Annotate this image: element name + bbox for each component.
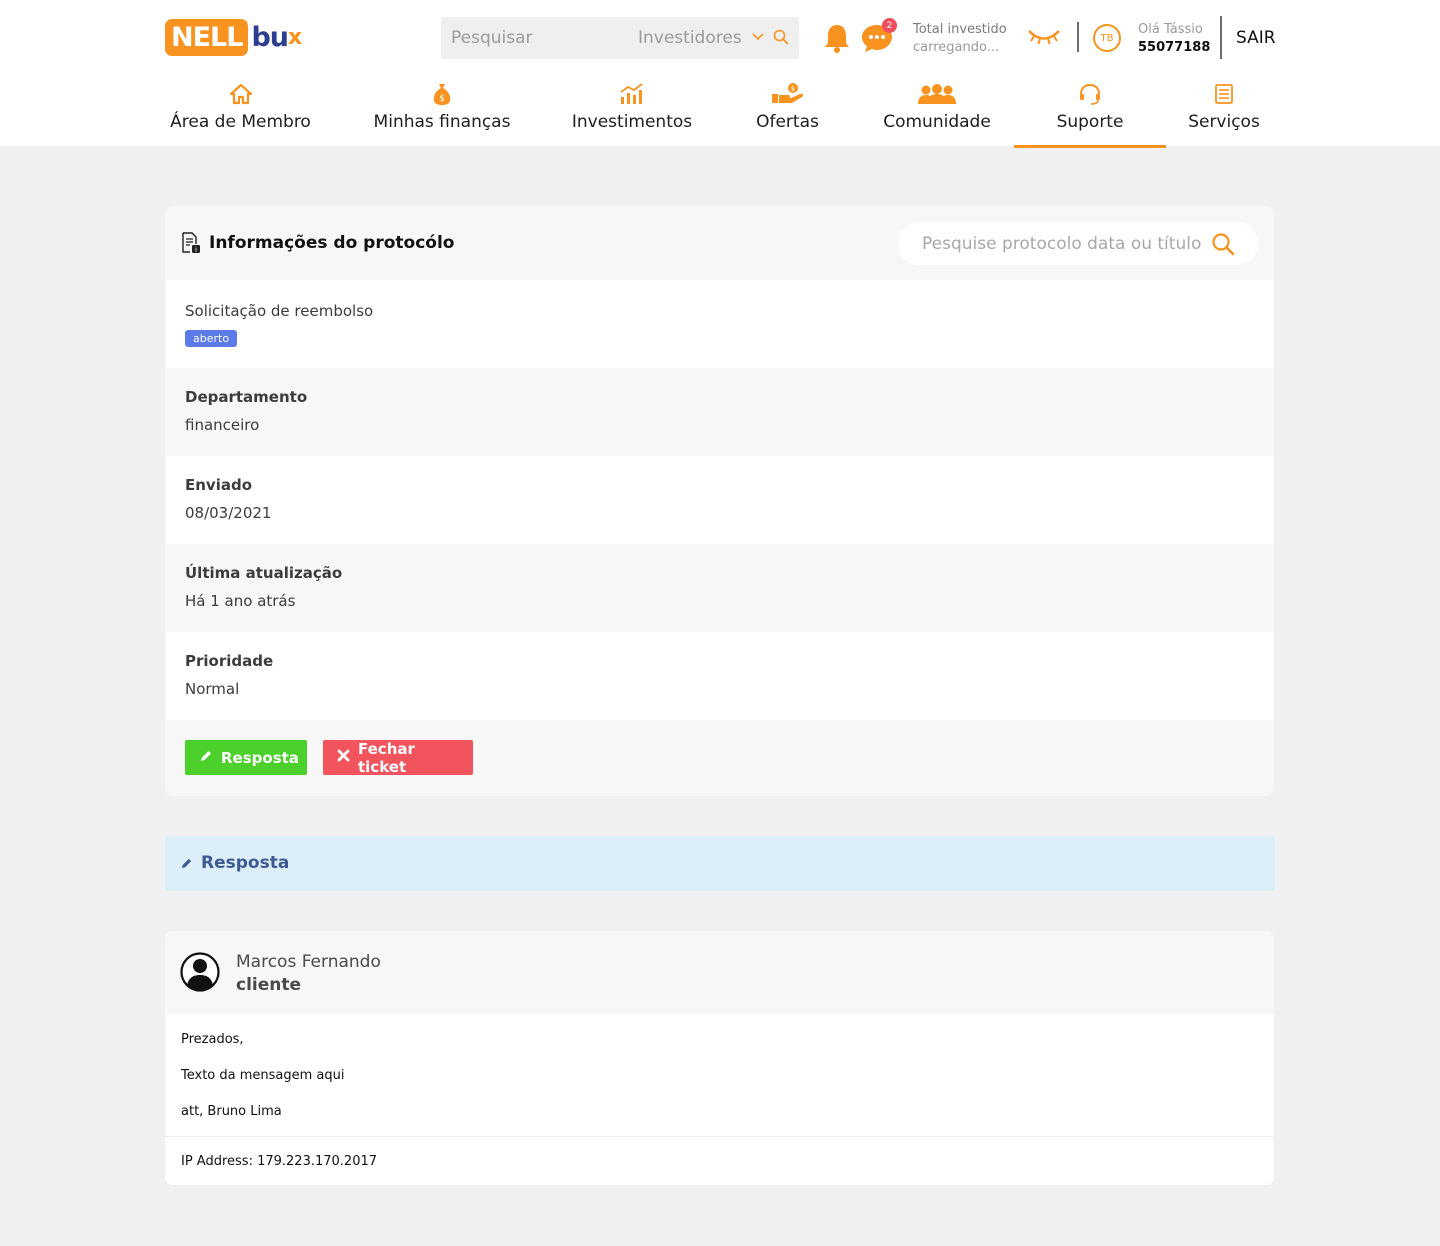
- close-ticket-button[interactable]: Fechar ticket: [323, 739, 473, 776]
- reply-button[interactable]: Resposta: [185, 740, 307, 775]
- svg-text:$: $: [790, 85, 794, 93]
- search-icon[interactable]: [773, 29, 789, 49]
- nav-ofertas[interactable]: $ Ofertas: [756, 80, 819, 146]
- nav-label: Investimentos: [571, 112, 693, 132]
- nav-label: Serviços: [1188, 112, 1260, 132]
- pencil-icon: [199, 749, 213, 767]
- total-invested-value: carregando...: [913, 40, 1000, 55]
- logo-part-3: x: [288, 25, 303, 50]
- nav-minhas-financas[interactable]: $ Minhas finanças: [373, 80, 511, 146]
- logo-part-2: bu: [251, 22, 289, 53]
- search-icon[interactable]: [1211, 232, 1235, 260]
- field-value: financeiro: [185, 416, 260, 434]
- logout-button[interactable]: SAIR: [1236, 28, 1276, 48]
- field-label: Enviado: [185, 476, 253, 494]
- chevron-down-icon[interactable]: [752, 30, 764, 44]
- global-search[interactable]: Pesquisar Investidores: [441, 17, 799, 59]
- protocol-card-header: i Informações do protocólo Pesquise prot…: [165, 206, 1274, 280]
- money-bag-icon: $: [432, 80, 452, 108]
- nav-servicos[interactable]: Serviços: [1188, 80, 1260, 146]
- nav-active-indicator: [1014, 145, 1166, 148]
- field-label: Última atualização: [185, 564, 343, 582]
- main-nav: Área de Membro $ Minhas finanças Investi…: [0, 80, 1440, 146]
- logo-part-1: NELL: [165, 19, 249, 56]
- message-divider: [165, 1136, 1274, 1137]
- search-category-select[interactable]: Investidores: [638, 28, 742, 48]
- nav-label: Comunidade: [883, 112, 991, 132]
- message-line: Texto da mensagem aqui: [181, 1068, 345, 1083]
- total-invested: Total investido carregando...: [913, 21, 1007, 57]
- reply-section-title: Resposta: [201, 853, 290, 873]
- header-divider: [1077, 22, 1079, 52]
- nav-label: Ofertas: [756, 112, 819, 132]
- close-ticket-label: Fechar ticket: [358, 739, 415, 776]
- document-icon: [1213, 80, 1235, 108]
- reply-button-label: Resposta: [221, 748, 299, 767]
- global-search-input[interactable]: Pesquisar: [451, 28, 533, 48]
- svg-text:$: $: [439, 94, 445, 104]
- chart-icon: [619, 80, 645, 108]
- nav-investimentos[interactable]: Investimentos: [571, 80, 693, 146]
- message-line: Prezados,: [181, 1032, 244, 1047]
- reply-section-header: Resposta: [165, 836, 1275, 891]
- protocol-search-input[interactable]: Pesquise protocolo data ou título: [922, 234, 1201, 254]
- greeting-text: Olá Tássio: [1138, 22, 1203, 37]
- people-icon: [917, 80, 957, 108]
- field-value: Há 1 ano atrás: [185, 592, 296, 610]
- header-divider: [1220, 16, 1222, 59]
- field-value: Normal: [185, 680, 240, 698]
- nav-label: Área de Membro: [170, 112, 311, 132]
- home-icon: [229, 80, 253, 108]
- nav-area-membro[interactable]: Área de Membro: [170, 80, 311, 146]
- field-row-sent: Enviado 08/03/2021: [165, 456, 1274, 544]
- field-row-department: Departamento financeiro: [165, 368, 1274, 456]
- message-author-header: Marcos Fernando cliente: [165, 931, 1274, 1014]
- account-number: 55077188: [1138, 40, 1211, 55]
- pencil-icon: [180, 855, 193, 874]
- protocol-search[interactable]: Pesquise protocolo data ou título: [898, 222, 1258, 265]
- svg-text:i: i: [195, 246, 197, 254]
- message-author-role: cliente: [236, 975, 302, 995]
- protocol-subject-row: Solicitação de reembolso aberto: [165, 280, 1274, 368]
- headset-icon: [1078, 80, 1102, 108]
- status-badge: aberto: [185, 330, 238, 347]
- hand-coin-icon: $: [771, 80, 805, 108]
- total-invested-label: Total investido: [913, 22, 1007, 37]
- user-greeting: Olá Tássio 55077188: [1138, 21, 1210, 57]
- field-row-priority: Prioridade Normal: [165, 632, 1274, 720]
- field-row-last-update: Última atualização Há 1 ano atrás: [165, 544, 1274, 632]
- user-avatar-icon: [180, 951, 220, 997]
- eye-closed-icon[interactable]: [1026, 26, 1062, 52]
- nav-label: Suporte: [1056, 112, 1124, 132]
- message-line: att, Bruno Lima: [181, 1104, 282, 1119]
- brand-logo[interactable]: NELL bu x: [165, 19, 305, 56]
- nav-label: Minhas finanças: [373, 112, 511, 132]
- field-label: Prioridade: [185, 652, 274, 670]
- protocol-title: Informações do protocólo: [209, 233, 455, 253]
- message-ip-address: IP Address: 179.223.170.2017: [181, 1154, 378, 1169]
- field-label: Departamento: [185, 388, 308, 406]
- bell-icon[interactable]: [822, 22, 852, 58]
- message-card: Marcos Fernando cliente Prezados, Texto …: [165, 931, 1274, 1185]
- nav-comunidade[interactable]: Comunidade: [883, 80, 991, 146]
- top-header: NELL bu x Pesquisar Investidores 2 Total…: [0, 0, 1440, 146]
- field-value: 08/03/2021: [185, 504, 272, 522]
- protocol-subject: Solicitação de reembolso: [185, 302, 374, 320]
- document-info-icon: i: [180, 232, 202, 258]
- chat-count-badge: 2: [882, 18, 897, 33]
- user-avatar[interactable]: TB: [1093, 24, 1121, 52]
- nav-suporte[interactable]: Suporte: [1014, 80, 1166, 146]
- protocol-card: i Informações do protocólo Pesquise prot…: [165, 206, 1274, 796]
- message-author-name: Marcos Fernando: [236, 952, 381, 972]
- close-icon: [337, 749, 350, 766]
